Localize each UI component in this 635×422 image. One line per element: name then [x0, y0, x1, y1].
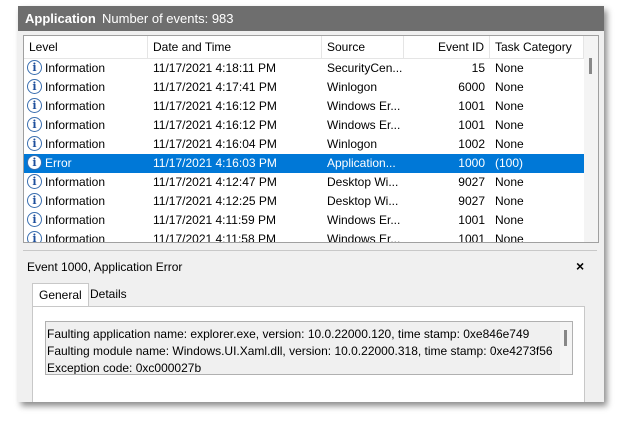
close-icon[interactable]: ×: [576, 258, 584, 274]
source-cell: Desktop Wi...: [327, 175, 399, 189]
table-row[interactable]: i Information 11/17/2021 4:11:59 PM Windows…: [24, 211, 584, 230]
info-icon: i: [27, 117, 42, 132]
table-row[interactable]: i Information 11/17/2021 4:12:25 PM Desktop…: [24, 192, 584, 211]
level-cell: Information: [45, 99, 106, 113]
tab-details[interactable]: Details: [84, 283, 133, 305]
event-id-cell: 9027: [458, 175, 485, 189]
table-row[interactable]: i Information 11/17/2021 4:16:12 PM Windows…: [24, 116, 584, 135]
task-cell: None: [495, 175, 524, 189]
tab-general[interactable]: General: [32, 283, 89, 307]
task-cell: None: [495, 194, 524, 208]
description-line: Faulting module name: Windows.UI.Xaml.dl…: [47, 344, 553, 358]
source-cell: Windows Er...: [327, 213, 401, 227]
list-scrollbar[interactable]: [584, 36, 598, 242]
task-cell: None: [495, 118, 524, 132]
task-cell: None: [495, 213, 524, 227]
column-task-category[interactable]: Task Category: [490, 36, 584, 58]
event-count: Number of events: 983: [102, 11, 234, 26]
column-date-time[interactable]: Date and Time: [148, 36, 322, 58]
date-cell: 11/17/2021 4:11:58 PM: [153, 232, 276, 243]
info-icon: i: [27, 79, 42, 94]
log-name: Application: [25, 11, 96, 26]
detail-tabs: General Details: [32, 283, 592, 307]
task-cell: None: [495, 99, 524, 113]
source-cell: Windows Er...: [327, 232, 401, 243]
source-cell: Application...: [327, 156, 396, 170]
source-cell: Windows Er...: [327, 118, 401, 132]
scroll-thumb[interactable]: [564, 330, 567, 346]
info-icon: i: [27, 136, 42, 151]
date-cell: 11/17/2021 4:18:11 PM: [153, 61, 276, 75]
date-cell: 11/17/2021 4:12:47 PM: [153, 175, 277, 189]
event-id-cell: 1001: [458, 99, 485, 113]
source-cell: Winlogon: [327, 80, 378, 94]
table-row[interactable]: i Information 11/17/2021 4:16:04 PM Winlogo…: [24, 135, 584, 154]
event-id-cell: 9027: [458, 194, 485, 208]
event-id-cell: 15: [471, 61, 485, 75]
level-cell: Information: [45, 213, 106, 227]
info-icon: i: [27, 212, 42, 227]
column-event-id[interactable]: Event ID: [404, 36, 490, 58]
info-icon: i: [27, 174, 42, 189]
description-line: Faulting application name: explorer.exe,…: [47, 327, 530, 341]
source-cell: Desktop Wi...: [327, 194, 399, 208]
info-icon: i: [27, 60, 42, 75]
date-cell: 11/17/2021 4:16:12 PM: [153, 99, 277, 113]
event-id-cell: 1002: [458, 137, 485, 151]
level-cell: Information: [45, 80, 106, 94]
task-cell: None: [495, 137, 524, 151]
event-id-cell: 1001: [458, 118, 485, 132]
info-icon: i: [27, 98, 42, 113]
date-cell: 11/17/2021 4:17:41 PM: [153, 80, 277, 94]
column-source[interactable]: Source: [322, 36, 404, 58]
event-id-cell: 6000: [458, 80, 485, 94]
column-level[interactable]: Level: [24, 36, 148, 58]
event-detail-title: Event 1000, Application Error: [27, 260, 183, 274]
date-cell: 11/17/2021 4:16:12 PM: [153, 118, 277, 132]
date-cell: 11/17/2021 4:12:25 PM: [153, 194, 277, 208]
task-cell: (100): [495, 156, 524, 170]
event-id-cell: 1000: [458, 156, 485, 170]
event-list[interactable]: Level Date and Time Source Event ID Task…: [23, 35, 599, 243]
date-cell: 11/17/2021 4:16:04 PM: [153, 137, 277, 151]
level-cell: Information: [45, 232, 106, 243]
info-icon: i: [27, 193, 42, 208]
source-cell: Windows Er...: [327, 99, 401, 113]
level-cell: Information: [45, 118, 106, 132]
table-row[interactable]: i Information 11/17/2021 4:12:47 PM Desktop…: [24, 173, 584, 192]
event-detail-pane: Event 1000, Application Error × General …: [23, 250, 597, 402]
task-cell: None: [495, 61, 524, 75]
column-header: Level Date and Time Source Event ID Task…: [24, 36, 584, 59]
scroll-thumb[interactable]: [589, 58, 592, 74]
log-header-bar: Application Number of events: 983: [18, 6, 604, 31]
event-viewer-window: Application Number of events: 983 Level …: [18, 6, 604, 402]
table-row[interactable]: i Information 11/17/2021 4:17:41 PM Winlogo…: [24, 78, 584, 97]
event-id-cell: 1001: [458, 213, 485, 227]
source-cell: Winlogon: [327, 137, 378, 151]
info-icon: i: [27, 155, 42, 170]
date-cell: 11/17/2021 4:16:03 PM: [153, 156, 277, 170]
table-row[interactable]: i Error 11/17/2021 4:16:03 PM Application..…: [24, 154, 584, 173]
date-cell: 11/17/2021 4:11:59 PM: [153, 213, 276, 227]
level-cell: Information: [45, 175, 106, 189]
description-line: Exception code: 0xc000027b: [47, 361, 202, 375]
task-cell: None: [495, 80, 524, 94]
level-cell: Information: [45, 194, 106, 208]
task-cell: None: [495, 232, 524, 243]
source-cell: SecurityCen...: [327, 61, 402, 75]
table-row[interactable]: i Information 11/17/2021 4:11:58 PM Windows…: [24, 230, 584, 243]
event-id-cell: 1001: [458, 232, 485, 243]
event-description[interactable]: Faulting application name: explorer.exe,…: [45, 321, 573, 375]
info-icon: i: [27, 231, 42, 242]
description-scrollbar[interactable]: [560, 322, 572, 374]
level-cell: Error: [45, 156, 72, 170]
level-cell: Information: [45, 61, 106, 75]
table-row[interactable]: i Information 11/17/2021 4:18:11 PM Securit…: [24, 59, 584, 78]
level-cell: Information: [45, 137, 106, 151]
table-row[interactable]: i Information 11/17/2021 4:16:12 PM Windows…: [24, 97, 584, 116]
general-tab-panel: Faulting application name: explorer.exe,…: [32, 306, 585, 402]
